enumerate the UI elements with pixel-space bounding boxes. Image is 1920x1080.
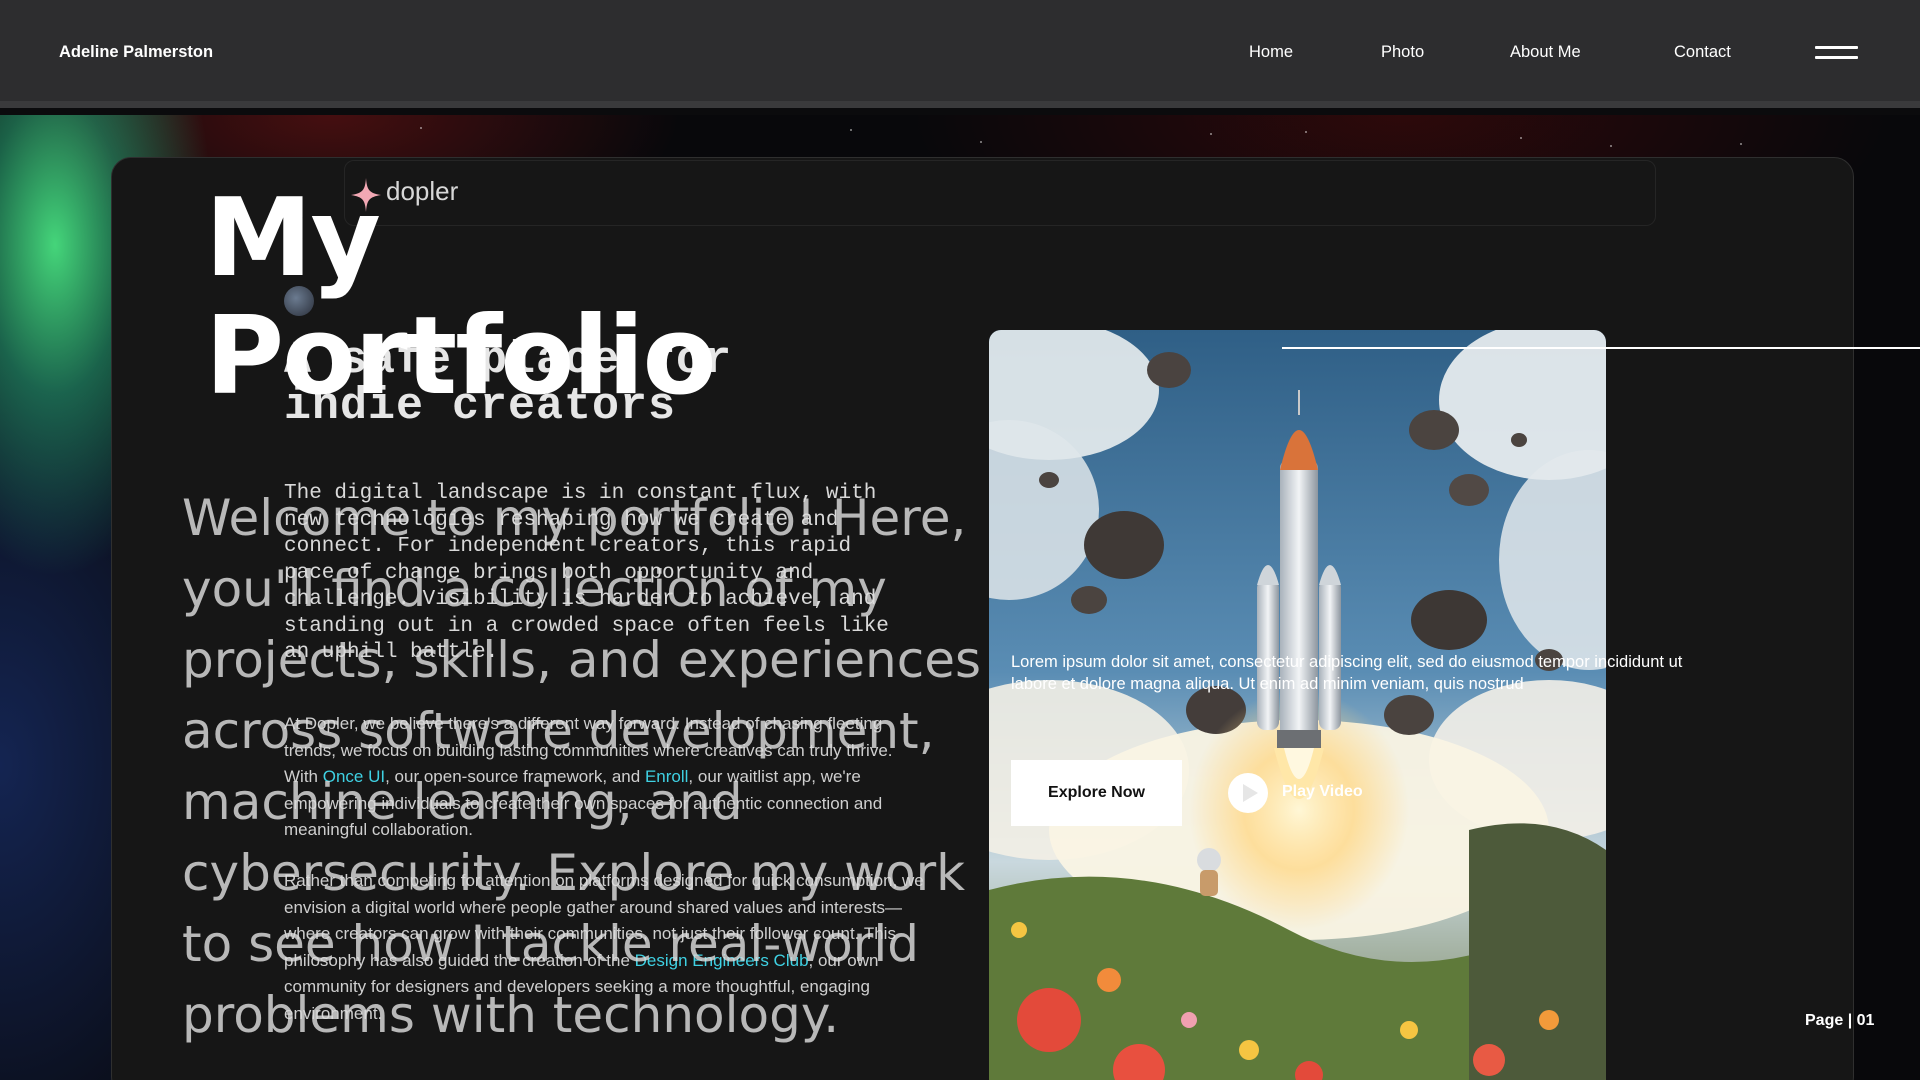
- nav-link-photo[interactable]: Photo: [1381, 43, 1424, 62]
- nav-link-home[interactable]: Home: [1249, 43, 1293, 62]
- hero-title-line: My: [205, 176, 381, 301]
- top-navbar: Adeline Palmerston Home Photo About Me C…: [0, 0, 1920, 108]
- hero-title: My Portfolio: [205, 180, 905, 416]
- feature-text: Lorem ipsum dolor sit amet, consectetur …: [1011, 653, 1683, 693]
- rocket-image: [989, 330, 1606, 1080]
- hero-title-line: Portfolio: [205, 294, 717, 419]
- play-icon[interactable]: [1228, 773, 1268, 813]
- decorative-line: [1282, 347, 1920, 349]
- page-indicator: Page | 01: [1805, 1012, 1875, 1029]
- hamburger-icon[interactable]: [1815, 46, 1858, 60]
- rocket-illustration: [989, 330, 1606, 1080]
- nav-link-contact[interactable]: Contact: [1674, 43, 1731, 62]
- explore-now-button[interactable]: Explore Now: [1011, 760, 1182, 826]
- play-video-label[interactable]: Play Video: [1282, 783, 1363, 801]
- brand-name[interactable]: Adeline Palmerston: [59, 43, 213, 62]
- nav-link-about-me[interactable]: About Me: [1510, 43, 1581, 62]
- hero-description: Welcome to my portfolio! Here, you'll fi…: [182, 489, 982, 1044]
